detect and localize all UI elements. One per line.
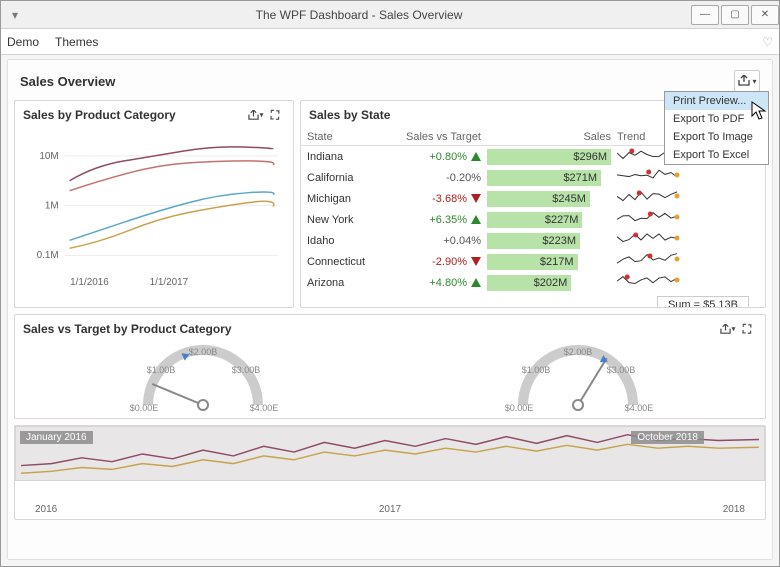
chart-sales-by-category: 10M 1M 0.1M 1/1/2016 1/1/2017	[15, 129, 293, 307]
panel2-title: Sales by State	[309, 108, 390, 122]
cell-svt: -0.20%	[387, 172, 487, 184]
dashboard: Sales Overview ▾ Sales by Product Catego…	[7, 59, 773, 560]
cell-sales: $217M	[487, 254, 617, 270]
cell-sales: $223M	[487, 233, 617, 249]
svg-text:$0.00E: $0.00E	[504, 403, 533, 413]
cell-trend	[617, 168, 759, 187]
svg-text:$4.00E: $4.00E	[624, 403, 653, 413]
triangle-up-icon	[471, 215, 481, 224]
close-button[interactable]: ✕	[751, 5, 779, 25]
export-menu-image[interactable]: Export To Image	[665, 128, 768, 146]
col-svt[interactable]: Sales vs Target	[387, 131, 487, 143]
favorite-icon[interactable]: ♡	[762, 35, 773, 49]
export-menu-print-preview[interactable]: Print Preview...	[665, 92, 768, 110]
svg-text:$2.00B: $2.00B	[563, 347, 592, 357]
y-tick: 1M	[45, 201, 59, 212]
table-row[interactable]: Idaho+0.04%$223M	[301, 230, 765, 251]
table-row[interactable]: California-0.20%$271M	[301, 167, 765, 188]
col-sales[interactable]: Sales	[487, 131, 617, 143]
y-tick: 0.1M	[37, 250, 59, 261]
cell-state: Michigan	[307, 193, 387, 205]
dashboard-title: Sales Overview	[20, 74, 734, 89]
range-tick: 2018	[723, 504, 745, 515]
x-tick: 1/1/2017	[150, 277, 189, 288]
y-tick: 10M	[39, 151, 58, 162]
table-row[interactable]: Michigan-3.68%$245M	[301, 188, 765, 209]
cell-state: Connecticut	[307, 256, 387, 268]
cell-trend	[617, 231, 759, 250]
maximize-button[interactable]: ▢	[721, 5, 749, 25]
range-to-tag[interactable]: October 2018	[631, 431, 704, 444]
panel3-title: Sales vs Target by Product Category	[23, 322, 232, 336]
export-menu: Print Preview... Export To PDF Export To…	[664, 91, 769, 165]
cell-state: New York	[307, 214, 387, 226]
gauge: $0.00E $1.00B $2.00B $3.00B $4.00E	[118, 343, 288, 413]
panel1-maximize-icon[interactable]: ⛶	[265, 105, 285, 125]
table-row[interactable]: Arizona+4.80%$202M	[301, 272, 765, 293]
window-title: The WPF Dashboard - Sales Overview	[29, 8, 689, 22]
menubar: Demo Themes ♡	[1, 29, 779, 55]
dashboard-header: Sales Overview ▾	[14, 66, 766, 100]
triangle-down-icon	[471, 194, 481, 203]
app-window: ▾ The WPF Dashboard - Sales Overview — ▢…	[0, 0, 780, 567]
menu-demo[interactable]: Demo	[7, 35, 39, 49]
range-tick: 2017	[379, 504, 401, 515]
triangle-up-icon	[471, 152, 481, 161]
panel3-export-button[interactable]: ▾	[717, 319, 737, 339]
cell-state: Indiana	[307, 151, 387, 163]
cell-svt: -2.90%	[387, 256, 487, 268]
export-icon	[737, 75, 751, 87]
panel-sales-by-category: Sales by Product Category ▾ ⛶	[14, 100, 294, 308]
titlebar: ▾ The WPF Dashboard - Sales Overview — ▢…	[1, 1, 779, 29]
cell-trend	[617, 273, 759, 292]
cell-sales: $296M	[487, 149, 617, 165]
cell-svt: -3.68%	[387, 193, 487, 205]
cell-sales: $227M	[487, 212, 617, 228]
svg-text:$3.00B: $3.00B	[606, 365, 635, 375]
table-row[interactable]: New York+6.35%$227M	[301, 209, 765, 230]
panel1-export-button[interactable]: ▾	[245, 105, 265, 125]
range-from-tag[interactable]: January 2016	[20, 431, 93, 444]
svg-text:$2.00B: $2.00B	[188, 347, 217, 357]
cell-sales: $245M	[487, 191, 617, 207]
cell-svt: +6.35%	[387, 214, 487, 226]
cell-svt: +0.04%	[387, 235, 487, 247]
triangle-down-icon	[471, 257, 481, 266]
cell-trend	[617, 210, 759, 229]
minimize-button[interactable]: —	[691, 5, 719, 25]
cell-trend	[617, 252, 759, 271]
svg-text:$1.00B: $1.00B	[521, 365, 550, 375]
triangle-up-icon	[471, 278, 481, 287]
panel-sales-vs-target: Sales vs Target by Product Category ▾ ⛶ …	[14, 314, 766, 419]
panel3-maximize-icon[interactable]: ⛶	[737, 319, 757, 339]
svg-text:$1.00B: $1.00B	[146, 365, 175, 375]
panel-range-selector[interactable]: January 2016 October 2018 2016 2017 2018	[14, 425, 766, 520]
gauge: $0.00E $1.00B $2.00B $3.00B $4.00E	[493, 343, 663, 413]
svg-text:$4.00E: $4.00E	[249, 403, 278, 413]
range-axis: 2016 2017 2018	[15, 504, 765, 515]
svg-text:$0.00E: $0.00E	[129, 403, 158, 413]
menu-themes[interactable]: Themes	[55, 35, 98, 49]
x-tick: 1/1/2016	[70, 277, 109, 288]
cell-sales: $271M	[487, 170, 617, 186]
cell-state: Idaho	[307, 235, 387, 247]
table-row[interactable]: Connecticut-2.90%$217M	[301, 251, 765, 272]
dashboard-export-button[interactable]: ▾	[734, 70, 760, 92]
app-menu-icon[interactable]: ▾	[1, 8, 29, 22]
cell-svt: +4.80%	[387, 277, 487, 289]
range-tick: 2016	[35, 504, 57, 515]
cell-trend	[617, 189, 759, 208]
cell-state: Arizona	[307, 277, 387, 289]
export-menu-pdf[interactable]: Export To PDF	[665, 110, 768, 128]
svg-text:$3.00B: $3.00B	[231, 365, 260, 375]
cell-sales: $202M	[487, 275, 617, 291]
export-menu-excel[interactable]: Export To Excel	[665, 146, 768, 164]
col-state[interactable]: State	[307, 131, 387, 143]
panel1-title: Sales by Product Category	[23, 108, 176, 122]
cell-svt: +0.80%	[387, 151, 487, 163]
cell-state: California	[307, 172, 387, 184]
table-sum: Sum = $5.13B	[657, 296, 749, 307]
